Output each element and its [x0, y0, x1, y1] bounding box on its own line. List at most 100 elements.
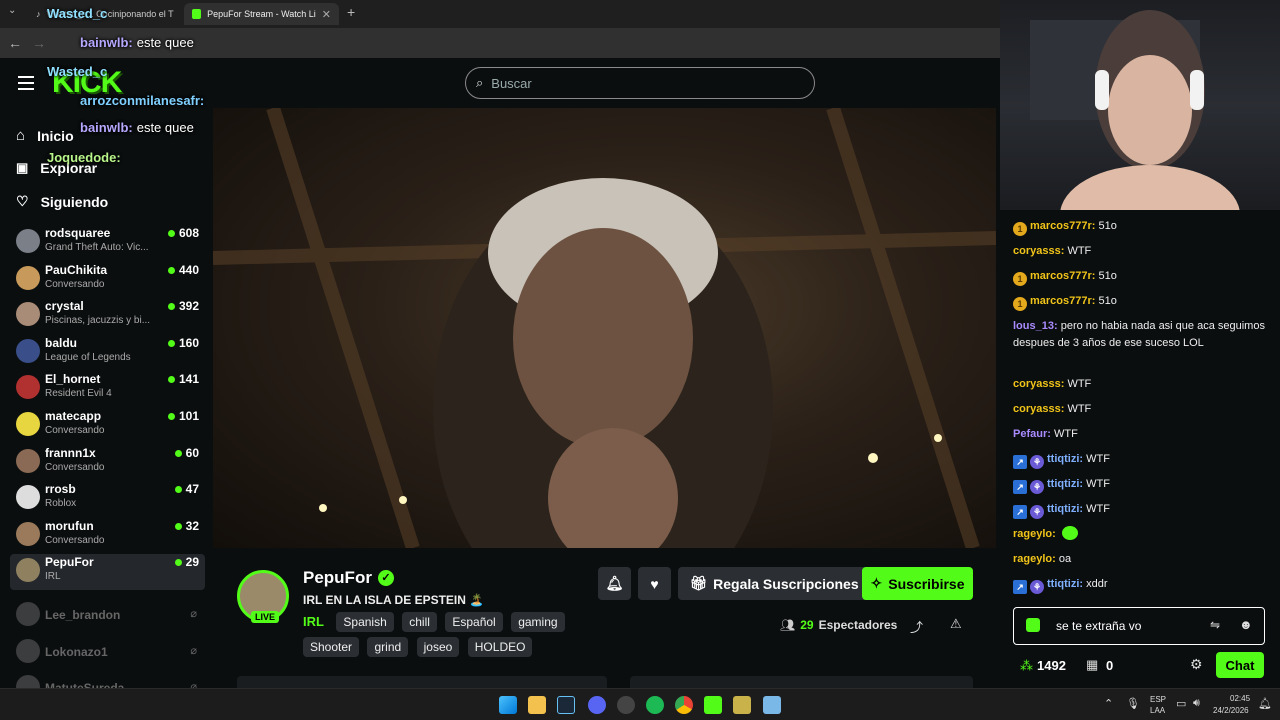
gift-label: Regala Suscripciones: [713, 575, 859, 592]
steam-icon[interactable]: [557, 696, 575, 714]
share-icon[interactable]: ⤴: [910, 617, 923, 636]
channel-category: League of Legends: [45, 352, 131, 363]
app-icon[interactable]: [617, 696, 635, 714]
tags-row-2: Shooter grind joseo HOLDEO: [303, 637, 583, 657]
avatar: [16, 266, 40, 290]
streamer-name[interactable]: PepuFor: [303, 568, 372, 588]
tag[interactable]: gaming: [511, 612, 565, 632]
chat-username[interactable]: ttiqtizi:: [1047, 453, 1083, 465]
chat-username[interactable]: coryasss:: [1013, 245, 1064, 257]
search-input[interactable]: ⌕ Buscar: [465, 67, 815, 99]
gifter-badge-icon: ⚘: [1030, 580, 1044, 594]
channel-viewers: 47: [174, 482, 199, 496]
stream-info: LIVE PepuFor ✓ IRL EN LA ISLA DE EPSTEIN…: [213, 548, 996, 688]
sidebar-channel[interactable]: PauChikita Conversando 440: [10, 262, 205, 298]
settings-icon[interactable]: ⚙: [1190, 656, 1203, 673]
chat-username[interactable]: ttiqtizi:: [1047, 578, 1083, 590]
mic-icon[interactable]: 🎙︎: [1126, 697, 1140, 710]
tab-2[interactable]: PepuFor Stream - Watch Li ✕: [184, 3, 339, 25]
tag[interactable]: Shooter: [303, 637, 360, 657]
tag[interactable]: chill: [402, 612, 437, 632]
follow-button[interactable]: ♥: [638, 567, 671, 600]
channel-name: El_hornet: [45, 372, 101, 386]
clock-time[interactable]: 02:45: [1230, 694, 1250, 703]
kick-app-icon[interactable]: [704, 696, 722, 714]
notification-button[interactable]: 🔔︎: [598, 567, 631, 600]
sidebar-channel-offline[interactable]: Lee_brandon ⌀: [10, 598, 205, 634]
chat-username[interactable]: rageylo:: [1013, 553, 1056, 565]
tray-chevron-icon[interactable]: ⌃: [1104, 697, 1113, 710]
sidebar-channel[interactable]: El_hornet Resident Evil 4 141: [10, 371, 205, 407]
emoji-icon[interactable]: ☻: [1239, 617, 1253, 632]
gift-subs-button[interactable]: 🎁︎ Regala Suscripciones: [678, 567, 870, 600]
emote-icon[interactable]: [1026, 618, 1040, 632]
translate-icon[interactable]: ⇋: [1210, 618, 1220, 632]
nav-inicio[interactable]: ⌂ Inicio: [16, 127, 74, 144]
chat-username[interactable]: lous_13:: [1013, 320, 1058, 332]
menu-icon[interactable]: [18, 76, 34, 90]
report-icon[interactable]: ⚠: [950, 616, 962, 632]
offline-icon: ⌀: [190, 645, 197, 657]
chat-message: ↗ ⚘ ttiqtizi: WTF: [1013, 476, 1268, 494]
points-value[interactable]: 1492: [1037, 658, 1066, 673]
sidebar-channel[interactable]: baldu League of Legends 160: [10, 335, 205, 371]
tag[interactable]: Español: [445, 612, 503, 632]
network-icon[interactable]: ▭: [1176, 697, 1186, 710]
channel-viewers: 608: [167, 226, 199, 240]
channel-category: Piscinas, jacuzzis y bi...: [45, 315, 151, 326]
windows-start-icon[interactable]: [499, 696, 517, 714]
notepad-icon[interactable]: [763, 696, 781, 714]
clock-date[interactable]: 24/2/2026: [1213, 706, 1249, 715]
sidebar-channel[interactable]: rrosb Roblox 47: [10, 481, 205, 517]
forward-icon[interactable]: →: [32, 35, 46, 51]
chat-input[interactable]: se te extraña vo ⇋ ☻: [1013, 607, 1265, 645]
volume-icon[interactable]: 🔊︎: [1193, 697, 1200, 710]
sidebar-channel[interactable]: rodsquaree Grand Theft Auto: Vic... 608: [10, 225, 205, 261]
close-icon[interactable]: ✕: [322, 8, 331, 21]
sidebar-channel[interactable]: matecapp Conversando 101: [10, 408, 205, 444]
app-icon[interactable]: [733, 696, 751, 714]
sidebar-channel[interactable]: frannn1x Conversando 60: [10, 445, 205, 481]
send-chat-button[interactable]: Chat: [1216, 652, 1264, 678]
lang-label[interactable]: ESP: [1150, 695, 1166, 704]
chat-username[interactable]: marcos777r:: [1030, 295, 1095, 307]
subscribe-button[interactable]: ✧ Suscribirse: [862, 567, 973, 600]
chat-username[interactable]: ttiqtizi:: [1047, 503, 1083, 515]
chat-username[interactable]: Pefaur:: [1013, 428, 1051, 440]
sidebar-channel-offline[interactable]: Lokonazo1 ⌀: [10, 635, 205, 671]
sidebar-channel[interactable]: PepuFor IRL 29: [10, 554, 205, 590]
gifter-badge-icon: ⚘: [1030, 455, 1044, 469]
category-link[interactable]: IRL: [303, 614, 324, 629]
tag[interactable]: HOLDEO: [467, 637, 533, 657]
video-player[interactable]: [213, 108, 996, 548]
viewers-label: Espectadores: [818, 618, 898, 632]
tag[interactable]: grind: [367, 637, 409, 657]
chat-username[interactable]: marcos777r:: [1030, 220, 1095, 232]
streamer-name-row: PepuFor ✓: [303, 568, 394, 588]
streamer-webcam: [1000, 0, 1280, 210]
chrome-icon[interactable]: [675, 696, 693, 714]
chat-username[interactable]: coryasss:: [1013, 403, 1064, 415]
panel-card: [630, 676, 973, 688]
chat-username[interactable]: marcos777r:: [1030, 270, 1095, 282]
chat-username[interactable]: ttiqtizi:: [1047, 478, 1083, 490]
file-explorer-icon[interactable]: [528, 696, 546, 714]
back-icon[interactable]: ←: [8, 35, 22, 51]
channel-name: frannn1x: [45, 446, 96, 460]
tab-list-icon[interactable]: ⌄: [8, 5, 16, 16]
sidebar-channel[interactable]: crystal Piscinas, jacuzzis y bi... 392: [10, 298, 205, 334]
notifications-icon[interactable]: 🔔︎: [1258, 697, 1272, 710]
chat-username[interactable]: coryasss:: [1013, 378, 1064, 390]
new-tab-button[interactable]: +: [347, 4, 355, 20]
spotify-icon[interactable]: [646, 696, 664, 714]
discord-icon[interactable]: [588, 696, 606, 714]
verified-badge-icon: ↗: [1013, 505, 1027, 519]
chat-message: coryasss: WTF: [1013, 243, 1268, 260]
tag[interactable]: Spanish: [336, 612, 394, 632]
tags-row: IRL Spanish chill Español gaming: [303, 612, 583, 632]
sidebar-channel[interactable]: morufun Conversando 32: [10, 518, 205, 554]
chat-username[interactable]: rageylo:: [1013, 528, 1056, 540]
drops-value[interactable]: 0: [1106, 658, 1113, 673]
nav-siguiendo[interactable]: ♡ Siguiendo: [16, 193, 108, 210]
tag[interactable]: joseo: [416, 637, 460, 657]
